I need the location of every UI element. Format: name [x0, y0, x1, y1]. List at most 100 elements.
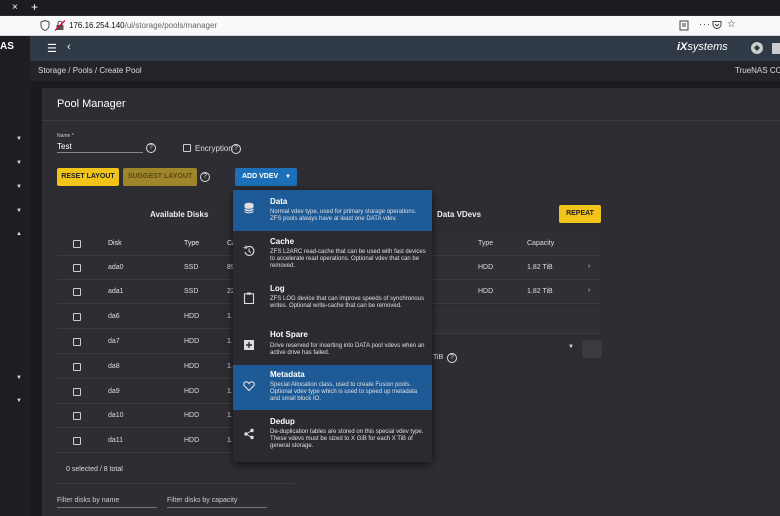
row-checkbox[interactable] [73, 338, 81, 346]
menu-item-title: Cache [270, 237, 295, 246]
app-sidebar [0, 36, 30, 516]
menu-item-description: Normal vdev type, used for primary stora… [270, 209, 417, 222]
vdev-disk-capacity: 1.82 TiB [527, 264, 553, 271]
header-type[interactable]: Type [184, 240, 199, 247]
caret-down-icon: ▼ [285, 174, 291, 180]
menu-item-metadata[interactable]: Metadata Special Allocation class, used … [233, 365, 432, 410]
disk-name: da9 [108, 388, 120, 395]
url-bar[interactable]: 176.16.254.140/ui/storage/pools/manager … [0, 16, 780, 36]
logo-prefix: iX [677, 41, 688, 53]
disk-type: HDD [184, 412, 200, 419]
new-tab-icon[interactable]: + [31, 0, 38, 14]
brand-logo: AS [0, 41, 14, 52]
insecure-lock-icon[interactable] [55, 20, 65, 31]
filter-name-input[interactable]: Filter disks by name [57, 497, 157, 508]
sidebar-chevron-down-icon[interactable]: ▼ [16, 184, 22, 190]
shield-icon[interactable] [40, 20, 50, 31]
help-icon[interactable]: ? [447, 353, 457, 363]
disk-type: HDD [184, 363, 200, 370]
disk-type: HDD [184, 338, 200, 345]
page-actions-icon[interactable]: ··· [699, 19, 711, 29]
row-checkbox[interactable] [73, 313, 81, 321]
caret-down-icon[interactable]: ▼ [568, 344, 574, 350]
vdev-header-capacity[interactable]: Capacity [527, 240, 554, 247]
encryption-checkbox[interactable] [183, 144, 191, 152]
table-row[interactable]: HDD 1.82 TiB › [430, 280, 600, 304]
disk-name: ada0 [108, 264, 124, 271]
sidebar-chevron-down-icon[interactable]: ▼ [16, 375, 22, 381]
reset-layout-button[interactable]: RESET LAYOUT [57, 168, 119, 186]
pocket-icon[interactable] [712, 20, 722, 30]
help-icon[interactable]: ? [200, 172, 210, 182]
menu-item-log[interactable]: Log ZFS LOG device that can improve spee… [233, 278, 432, 325]
sidebar-chevron-down-icon[interactable]: ▼ [16, 398, 22, 404]
logo-suffix: systems [687, 41, 728, 53]
menu-item-description: Drive reserved for inserting into DATA p… [270, 343, 425, 356]
breadcrumb[interactable]: Storage / Pools / Create Pool [38, 66, 142, 75]
menu-item-data[interactable]: Data Normal vdev type, used for primary … [233, 190, 432, 231]
available-disks-title: Available Disks [150, 210, 209, 219]
divider [42, 120, 780, 121]
sidebar-chevron-down-icon[interactable]: ▼ [16, 208, 22, 214]
disk-name: ada1 [108, 288, 124, 295]
suggest-layout-button[interactable]: SUGGEST LAYOUT [123, 168, 197, 186]
row-checkbox[interactable] [73, 264, 81, 272]
url-path: /ui/storage/pools/manager [124, 21, 218, 30]
menu-icon[interactable]: ☰ [47, 42, 57, 55]
help-icon[interactable]: ? [146, 143, 156, 153]
ixsystems-logo: iXsystems [677, 41, 728, 53]
disk-capacity: 1. [227, 437, 233, 444]
system-hostname: TrueNAS CORE [735, 66, 780, 75]
header-disk[interactable]: Disk [108, 240, 122, 247]
tab-close-icon[interactable]: × [12, 2, 18, 13]
menu-item-description: ZFS LOG device that can improve speeds o… [270, 296, 425, 309]
reader-view-icon[interactable] [679, 20, 689, 31]
truecommand-icon[interactable]: ◆ [751, 42, 763, 54]
vdev-table-footer [430, 308, 600, 334]
add-vdev-label: ADD VDEV [242, 173, 279, 180]
vdev-table-header: Type Capacity [430, 232, 600, 256]
url-text[interactable]: 176.16.254.140/ui/storage/pools/manager [69, 21, 217, 30]
row-checkbox[interactable] [73, 412, 81, 420]
disk-name: da11 [108, 437, 124, 444]
chevron-left-icon[interactable]: ‹ [67, 41, 71, 53]
disk-type: SSD [184, 264, 199, 271]
browser-tab-bar: × + [0, 0, 780, 16]
row-checkbox[interactable] [73, 363, 81, 371]
top-toolbar [30, 36, 780, 61]
row-checkbox[interactable] [73, 437, 81, 445]
vdev-size-label: TiB [433, 354, 444, 361]
filter-capacity-input[interactable]: Filter disks by capacity [167, 497, 267, 508]
help-icon[interactable]: ? [231, 144, 241, 154]
repeat-button[interactable]: REPEAT [559, 205, 601, 223]
chevron-right-icon[interactable]: › [588, 263, 590, 270]
row-checkbox[interactable] [73, 288, 81, 296]
sidebar-chevron-down-icon[interactable]: ▼ [16, 160, 22, 166]
disk-name: da8 [108, 363, 120, 370]
disk-type: HDD [184, 313, 200, 320]
disk-capacity: 1. [227, 313, 233, 320]
select-all-checkbox[interactable] [73, 240, 81, 248]
bookmark-star-icon[interactable]: ☆ [727, 19, 736, 30]
name-label: Name * [57, 133, 74, 139]
docs-icon[interactable] [772, 43, 780, 54]
sidebar-chevron-up-icon[interactable]: ▲ [16, 231, 22, 237]
vdev-header-type[interactable]: Type [478, 240, 493, 247]
disk-capacity: 1. [227, 412, 233, 419]
disk-type: HDD [184, 388, 200, 395]
sidebar-chevron-down-icon[interactable]: ▼ [16, 136, 22, 142]
page-title: Pool Manager [57, 98, 126, 110]
table-row[interactable]: HDD 1.82 TiB › [430, 256, 600, 280]
disabled-button[interactable] [582, 340, 602, 358]
clipboard-icon [243, 292, 255, 304]
pool-name-input[interactable] [57, 141, 143, 153]
menu-item-dedup[interactable]: Dedup De-duplication tables are stored o… [233, 410, 432, 462]
menu-item-description: Special Allocation class, used to create… [270, 382, 418, 402]
row-checkbox[interactable] [73, 388, 81, 396]
add-box-icon [244, 340, 254, 350]
menu-item-hot-spare[interactable]: Hot Spare Drive reserved for inserting i… [233, 325, 432, 365]
add-vdev-button[interactable]: ADD VDEV ▼ [235, 168, 297, 186]
heart-icon [243, 381, 255, 392]
menu-item-cache[interactable]: Cache ZFS L2ARC read-cache that can be u… [233, 231, 432, 278]
chevron-right-icon[interactable]: › [588, 287, 590, 294]
